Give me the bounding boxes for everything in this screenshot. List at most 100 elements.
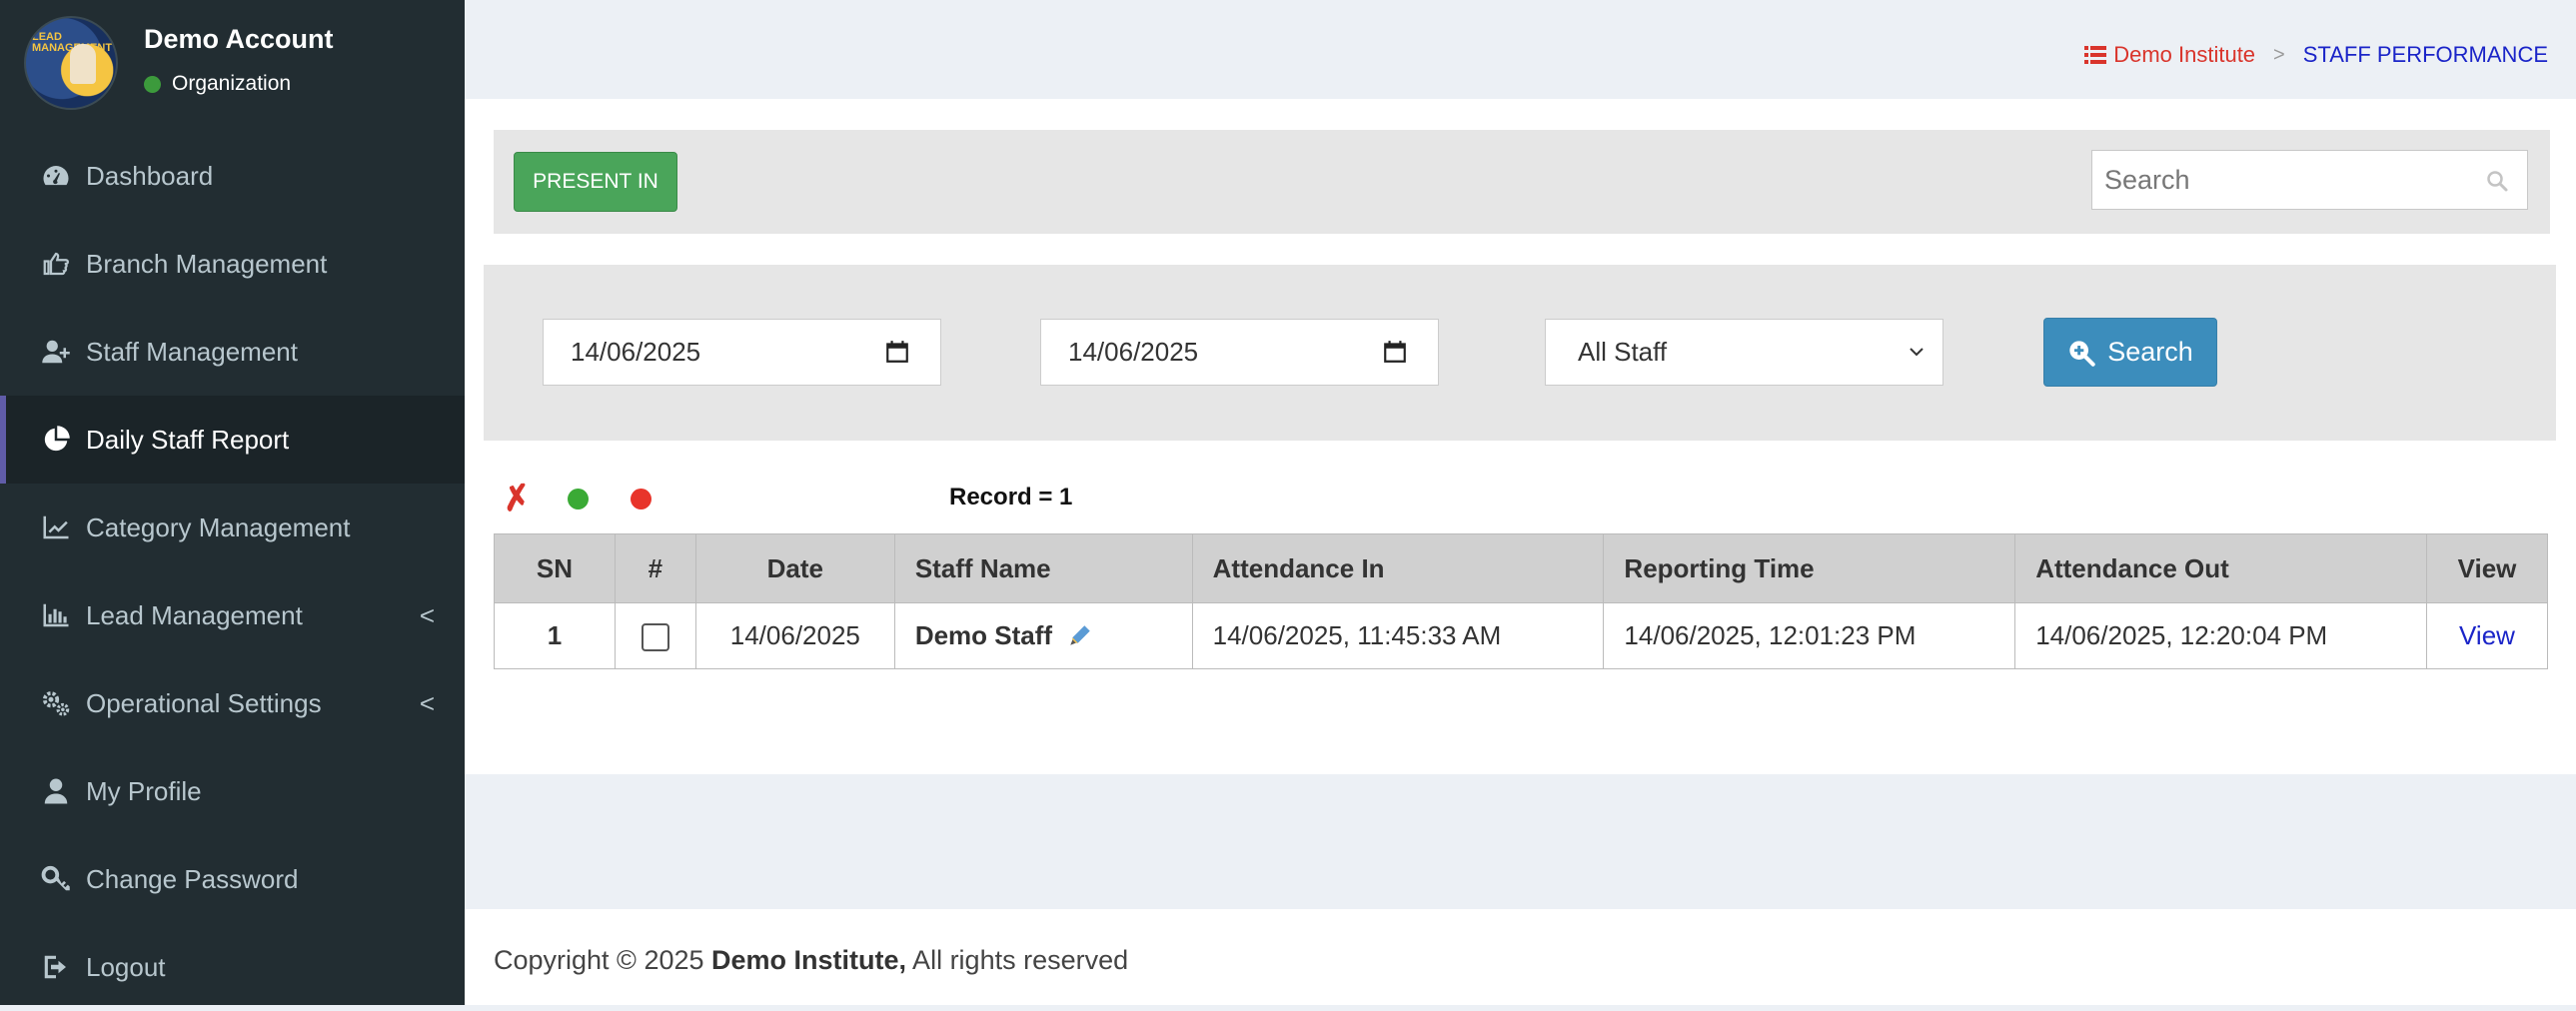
line-chart-icon	[38, 512, 74, 542]
sidebar-item-lead-management[interactable]: Lead Management <	[0, 571, 465, 659]
absent-status-dot[interactable]	[630, 488, 651, 509]
chevron-left-icon: <	[419, 599, 435, 630]
sidebar-item-operational-settings[interactable]: Operational Settings <	[0, 659, 465, 747]
staff-select-value: All Staff	[1578, 337, 1668, 367]
zoom-in-icon	[2069, 340, 2095, 367]
avatar-figure	[70, 44, 96, 84]
sidebar-item-logout[interactable]: Logout	[0, 923, 465, 1011]
record-count: Record = 1	[949, 484, 1073, 510]
sidebar-item-label: Staff Management	[86, 336, 298, 367]
sidebar-item-label: Category Management	[86, 511, 351, 542]
key-icon	[38, 864, 74, 894]
search-button[interactable]: Search	[2043, 318, 2217, 387]
sidebar-item-label: Lead Management	[86, 599, 303, 630]
user-icon	[38, 776, 74, 806]
calendar-icon[interactable]	[1382, 339, 1408, 365]
sidebar-item-label: Branch Management	[86, 248, 328, 279]
toolbar: PRESENT IN	[494, 130, 2550, 234]
cell-reporting-time: 14/06/2025, 12:01:23 PM	[1603, 602, 2016, 669]
status-legend: ✗	[500, 478, 693, 519]
to-date-value: 14/06/2025	[1068, 337, 1199, 367]
column-header-view[interactable]: View	[2425, 533, 2549, 603]
account-panel: LEAD MANAGEMENT Demo Account Organizatio…	[0, 0, 465, 125]
calendar-icon[interactable]	[884, 339, 910, 365]
attendance-table: SN # Date Staff Name Attendance In Repor…	[494, 533, 2549, 669]
cell-view: View	[2425, 602, 2549, 669]
search-input[interactable]	[2092, 163, 2476, 197]
from-date-input[interactable]: 14/06/2025	[543, 319, 941, 386]
sidebar-item-change-password[interactable]: Change Password	[0, 835, 465, 923]
top-bar: Demo Institute > STAFF PERFORMANCE	[465, 0, 2576, 99]
present-in-button[interactable]: PRESENT IN	[514, 152, 677, 212]
bar-chart-icon	[38, 600, 74, 630]
breadcrumb-current: STAFF PERFORMANCE	[2302, 42, 2548, 67]
cell-attendance-out: 14/06/2025, 12:20:04 PM	[2014, 602, 2427, 669]
row-checkbox[interactable]	[641, 623, 669, 652]
column-header-attendance-in[interactable]: Attendance In	[1191, 533, 1605, 603]
column-header-attendance-out[interactable]: Attendance Out	[2014, 533, 2427, 603]
content-spacer	[465, 774, 2576, 909]
chevron-left-icon: <	[419, 687, 435, 718]
edit-pencil-icon[interactable]	[1067, 622, 1093, 648]
breadcrumb-home[interactable]: Demo Institute	[2083, 42, 2255, 68]
breadcrumb-separator: >	[2273, 43, 2285, 66]
sidebar-menu: Dashboard Branch Management Staff Manage…	[0, 132, 465, 1011]
sidebar-item-staff-management[interactable]: Staff Management	[0, 308, 465, 396]
column-header-sn[interactable]: SN	[494, 533, 616, 603]
search-button-label: Search	[2107, 337, 2193, 367]
dashboard-icon	[38, 161, 74, 191]
chevron-down-icon	[1910, 348, 1924, 357]
sidebar-item-label: Dashboard	[86, 160, 214, 191]
column-header-staff-name[interactable]: Staff Name	[893, 533, 1193, 603]
absent-mark-icon[interactable]: ✗	[500, 477, 534, 520]
cell-staff-name: Demo Staff	[893, 602, 1193, 669]
table-row: 1 14/06/2025 Demo Staff 14/06/2025, 11:4…	[494, 602, 2549, 669]
to-date-input[interactable]: 14/06/2025	[1040, 319, 1439, 386]
avatar: LEAD MANAGEMENT	[24, 16, 118, 110]
table-header-row: SN # Date Staff Name Attendance In Repor…	[494, 533, 2549, 603]
main-content: PRESENT IN 14/06/2025 14/06/2025 All Sta…	[465, 99, 2576, 774]
sidebar-item-category-management[interactable]: Category Management	[0, 484, 465, 571]
sidebar-item-label: My Profile	[86, 775, 202, 806]
sidebar-item-label: Daily Staff Report	[86, 424, 290, 455]
search-icon[interactable]	[2485, 169, 2509, 193]
list-icon	[2084, 46, 2107, 64]
view-link[interactable]: View	[2459, 620, 2515, 650]
column-header-date[interactable]: Date	[694, 533, 895, 603]
sidebar-item-label: Logout	[86, 951, 166, 982]
sidebar: LEAD MANAGEMENT Demo Account Organizatio…	[0, 0, 465, 1005]
cell-attendance-in: 14/06/2025, 11:45:33 AM	[1191, 602, 1605, 669]
sidebar-item-label: Change Password	[86, 863, 299, 894]
account-status-label: Organization	[172, 72, 292, 95]
cell-date: 14/06/2025	[694, 602, 895, 669]
sidebar-item-dashboard[interactable]: Dashboard	[0, 132, 465, 220]
present-status-dot[interactable]	[567, 488, 589, 509]
user-plus-icon	[38, 337, 74, 367]
copyright-org: Demo Institute,	[711, 945, 907, 975]
account-status: Organization	[144, 72, 291, 96]
gears-icon	[38, 688, 74, 718]
staff-select[interactable]: All Staff	[1545, 319, 1943, 386]
online-status-icon	[144, 75, 161, 93]
column-header-select[interactable]: #	[614, 533, 696, 603]
column-header-reporting-time[interactable]: Reporting Time	[1603, 533, 2016, 603]
sidebar-item-label: Operational Settings	[86, 687, 322, 718]
hand-pointer-icon	[38, 249, 74, 279]
pie-chart-icon	[38, 425, 74, 455]
account-name: Demo Account	[144, 24, 334, 54]
search-box	[2091, 150, 2528, 210]
sidebar-item-my-profile[interactable]: My Profile	[0, 747, 465, 835]
copyright-text: Copyright © 2025 Demo Institute, All rig…	[494, 945, 1128, 976]
sidebar-item-branch-management[interactable]: Branch Management	[0, 220, 465, 308]
copyright-prefix: Copyright © 2025	[494, 945, 712, 975]
from-date-value: 14/06/2025	[571, 337, 701, 367]
copyright-suffix: All rights reserved	[906, 945, 1129, 975]
breadcrumb-home-label: Demo Institute	[2113, 42, 2256, 67]
sign-out-icon	[38, 952, 74, 982]
breadcrumb: Demo Institute > STAFF PERFORMANCE	[2083, 42, 2548, 68]
cell-sn: 1	[494, 602, 616, 669]
staff-name: Demo Staff	[914, 620, 1053, 650]
filter-panel: 14/06/2025 14/06/2025 All Staff Search	[484, 265, 2556, 441]
sidebar-item-daily-staff-report[interactable]: Daily Staff Report	[0, 396, 465, 484]
footer: Copyright © 2025 Demo Institute, All rig…	[465, 909, 2576, 1005]
